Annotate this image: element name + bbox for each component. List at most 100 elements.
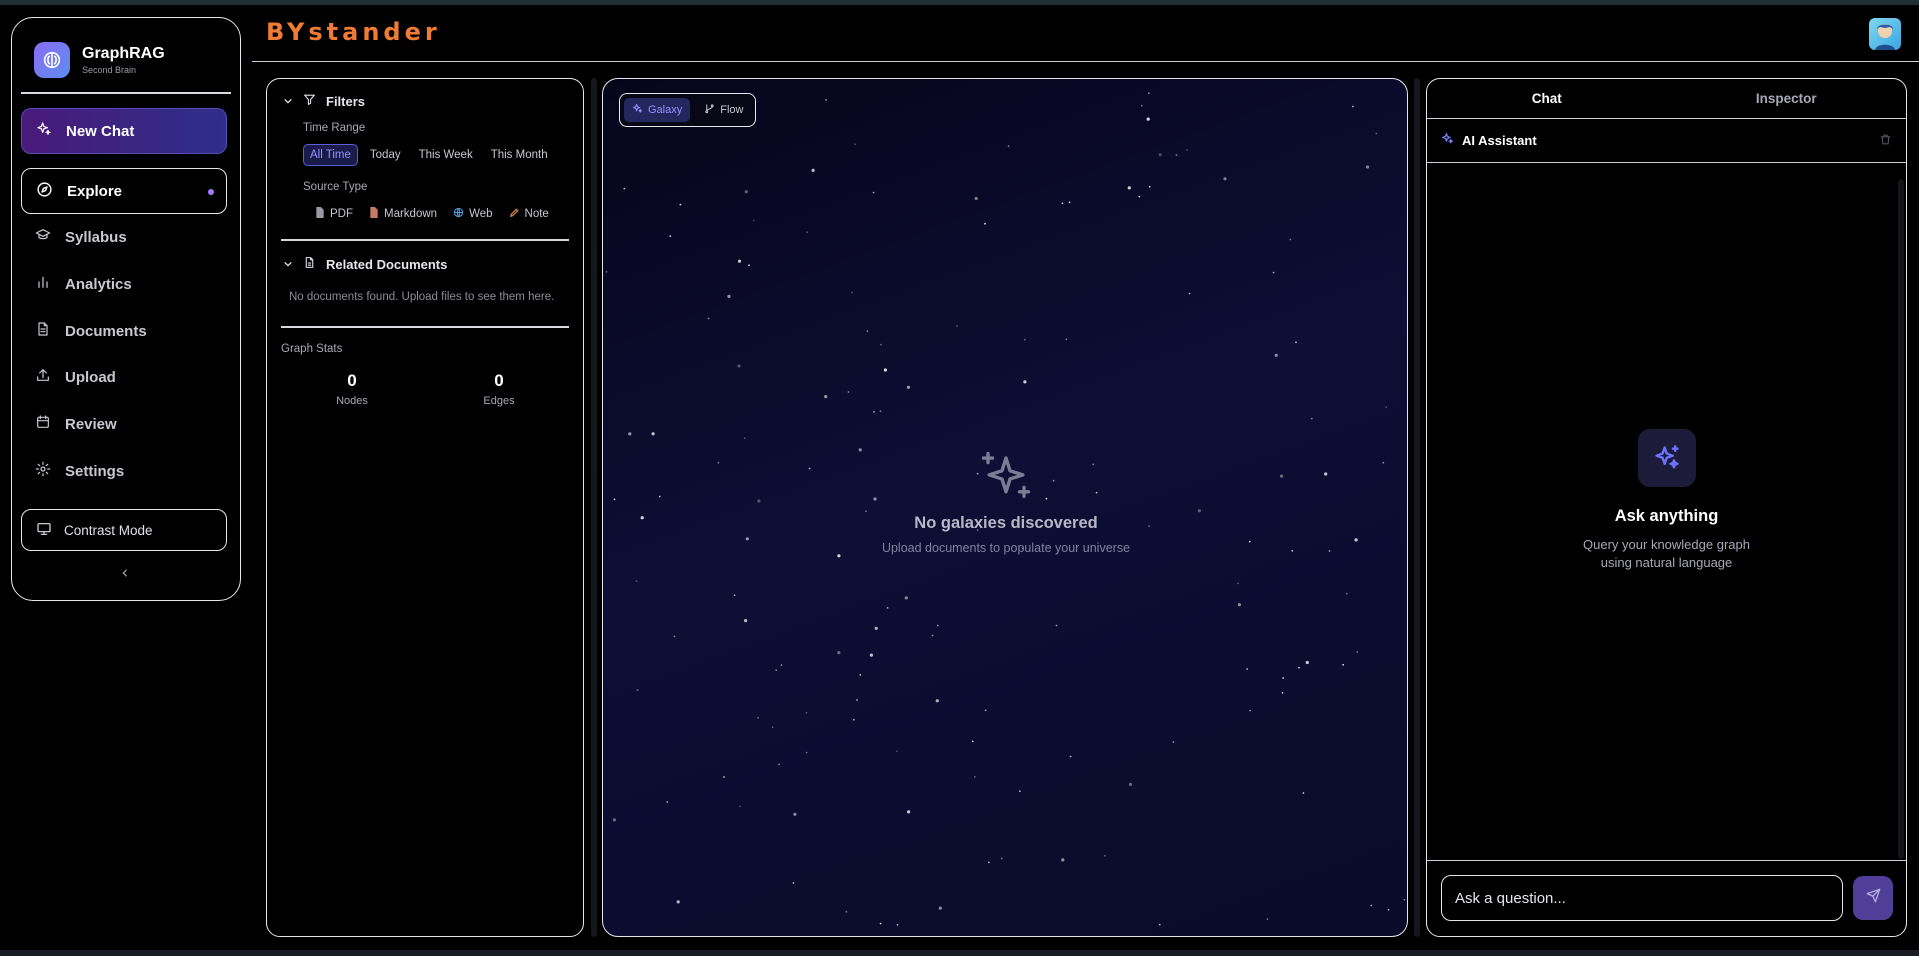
- source-type-note[interactable]: Note: [503, 203, 555, 225]
- star: [748, 264, 750, 267]
- clear-chat-button[interactable]: [1879, 133, 1892, 151]
- star: [757, 716, 759, 719]
- time-range-all-time[interactable]: All Time: [303, 144, 358, 166]
- star: [935, 699, 939, 703]
- question-input[interactable]: [1441, 875, 1843, 921]
- star: [1140, 104, 1143, 107]
- gear-icon: [35, 461, 51, 481]
- sparkles-icon: [1441, 132, 1454, 150]
- stat-edges: 0 Edges: [459, 371, 539, 407]
- star: [847, 391, 850, 393]
- avatar[interactable]: [1869, 18, 1901, 50]
- sidebar-item-label: Upload: [65, 368, 116, 386]
- panel-resize-handle-left[interactable]: [591, 78, 597, 937]
- view-flow-button[interactable]: Flow: [696, 98, 751, 122]
- chat-empty-state: Ask anything Query your knowledge graph …: [1427, 429, 1906, 572]
- star: [1104, 854, 1106, 857]
- nodes-label: Nodes: [336, 395, 368, 407]
- compass-icon: [36, 181, 53, 202]
- empty-galaxy-state: No galaxies discovered Upload documents …: [603, 449, 1407, 555]
- star: [906, 385, 911, 389]
- star: [666, 801, 669, 803]
- sidebar-item-settings[interactable]: Settings: [21, 448, 227, 494]
- star: [1065, 338, 1068, 341]
- star: [1069, 755, 1072, 758]
- star: [956, 325, 958, 327]
- sidebar-item-upload[interactable]: Upload: [21, 354, 227, 400]
- star: [879, 410, 882, 413]
- star: [612, 818, 616, 822]
- star: [883, 368, 887, 372]
- time-range-label: Time Range: [303, 122, 366, 134]
- star: [676, 900, 680, 904]
- source-type-markdown[interactable]: Markdown: [363, 203, 443, 225]
- empty-galaxy-title: No galaxies discovered: [914, 514, 1098, 532]
- monitor-icon: [36, 521, 52, 540]
- star: [1298, 666, 1300, 669]
- star: [811, 168, 815, 172]
- star: [1237, 582, 1239, 585]
- star: [1305, 660, 1309, 665]
- star: [727, 294, 731, 298]
- star: [1148, 185, 1151, 188]
- star: [723, 776, 725, 778]
- star: [1172, 741, 1175, 743]
- empty-galaxy-subtitle: Upload documents to populate your univer…: [881, 541, 1131, 555]
- star: [1061, 858, 1065, 862]
- view-flow-label: Flow: [720, 104, 744, 116]
- time-range-this-month[interactable]: This Month: [485, 145, 554, 165]
- send-button[interactable]: [1853, 876, 1893, 920]
- star: [845, 910, 848, 913]
- galaxy-canvas[interactable]: Galaxy Flow No galaxies discovered Uploa…: [602, 78, 1408, 937]
- star: [635, 580, 638, 582]
- sidebar-item-analytics[interactable]: Analytics: [21, 261, 227, 307]
- new-chat-button[interactable]: New Chat: [21, 108, 227, 154]
- active-indicator-dot: [208, 189, 214, 195]
- tab-inspector[interactable]: Inspector: [1667, 79, 1907, 118]
- sidebar-item-review[interactable]: Review: [21, 401, 227, 447]
- contrast-mode-label: Contrast Mode: [64, 522, 153, 538]
- chevron-down-icon: [283, 257, 293, 272]
- time-range-this-week[interactable]: This Week: [413, 145, 479, 165]
- trash-icon: [1879, 133, 1892, 150]
- view-galaxy-button[interactable]: Galaxy: [624, 98, 691, 122]
- filters-header[interactable]: Filters: [283, 93, 365, 109]
- star: [825, 99, 827, 101]
- collapse-sidebar-button[interactable]: [120, 566, 130, 581]
- panel-resize-handle-right[interactable]: [1414, 78, 1420, 937]
- star: [623, 187, 626, 190]
- star: [1289, 238, 1292, 241]
- star: [851, 291, 853, 294]
- file-icon: [315, 207, 325, 221]
- sidebar-item-explore[interactable]: Explore: [21, 168, 227, 214]
- star: [869, 653, 873, 657]
- graduation-cap-icon: [35, 227, 51, 247]
- source-type-web[interactable]: Web: [447, 203, 498, 225]
- filter-icon: [303, 93, 316, 109]
- star: [824, 395, 828, 399]
- star: [1282, 677, 1284, 679]
- star: [872, 191, 875, 194]
- app-title: BYstander: [266, 18, 441, 46]
- star: [1281, 692, 1284, 694]
- bar-chart-icon: [35, 274, 51, 294]
- sidebar-item-documents[interactable]: Documents: [21, 308, 227, 354]
- sidebar-item-syllabus[interactable]: Syllabus: [21, 214, 227, 260]
- star: [1366, 165, 1370, 169]
- star: [866, 330, 869, 333]
- star: [854, 143, 856, 146]
- sidebar-item-label: Explore: [67, 182, 123, 200]
- related-documents-header[interactable]: Related Documents: [283, 256, 447, 272]
- star: [873, 411, 875, 413]
- star: [744, 190, 748, 194]
- brand[interactable]: GraphRAG Second Brain: [34, 42, 165, 78]
- tab-chat[interactable]: Chat: [1427, 79, 1667, 118]
- source-type-pdf[interactable]: PDF: [309, 203, 359, 225]
- star: [1138, 195, 1141, 198]
- star: [1175, 154, 1178, 156]
- filters-divider: [281, 239, 569, 241]
- star: [984, 222, 986, 225]
- contrast-mode-button[interactable]: Contrast Mode: [21, 509, 227, 551]
- time-range-today[interactable]: Today: [364, 145, 407, 165]
- star: [1000, 857, 1003, 860]
